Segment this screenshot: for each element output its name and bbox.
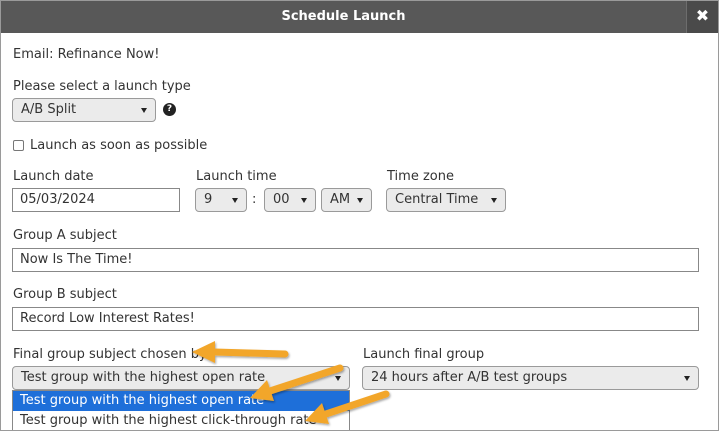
chevron-down-icon [232,198,238,203]
launch-type-select[interactable]: A/B Split [12,98,156,122]
launch-hour-select[interactable]: 9 [195,188,247,212]
launch-final-value: 24 hours after A/B test groups [371,370,568,385]
launch-final-select[interactable]: 24 hours after A/B test groups [362,366,699,390]
time-zone-select[interactable]: Central Time [386,188,506,212]
group-a-subject-label: Group A subject [13,228,117,243]
dropdown-option-click-through-rate[interactable]: Test group with the highest click-throug… [13,411,349,430]
group-b-subject-label: Group B subject [13,287,117,302]
dialog-title: Schedule Launch [281,9,406,24]
close-button[interactable]: ✖ [686,1,718,33]
launch-date-label: Launch date [13,169,94,184]
group-b-subject-input[interactable]: Record Low Interest Rates! [12,307,699,331]
launch-date-input[interactable]: 05/03/2024 [12,188,180,212]
dropdown-option-open-rate[interactable]: Test group with the highest open rate [13,391,349,411]
asap-label: Launch as soon as possible [30,138,208,153]
dialog-titlebar: Schedule Launch ✖ [1,1,718,33]
chevron-down-icon [301,198,307,203]
group-a-subject-input[interactable]: Now Is The Time! [12,248,699,272]
help-icon[interactable]: ? [163,103,176,116]
launch-hour-value: 9 [204,192,213,207]
close-icon: ✖ [695,6,710,25]
time-separator: : [252,192,257,207]
final-subject-dropdown-list: Test group with the highest open rate Te… [12,390,350,430]
schedule-launch-dialog: Schedule Launch ✖ Email: Refinance Now! … [0,0,719,431]
chevron-down-icon [335,376,341,381]
chevron-down-icon [684,376,690,381]
chevron-down-icon [141,108,147,113]
email-name-text: Email: Refinance Now! [13,47,160,62]
launch-type-label: Please select a launch type [13,79,191,94]
final-subject-value: Test group with the highest open rate [21,370,266,385]
chevron-down-icon [357,198,363,203]
ampm-select[interactable]: AM [321,188,372,212]
launch-final-label: Launch final group [363,347,485,362]
launch-type-value: A/B Split [21,102,77,117]
final-subject-label: Final group subject chosen by [13,347,207,362]
time-zone-label: Time zone [387,169,454,184]
asap-checkbox[interactable] [13,140,24,151]
time-zone-value: Central Time [395,192,479,207]
launch-minute-value: 00 [273,192,290,207]
chevron-down-icon [491,198,497,203]
launch-time-label: Launch time [196,169,277,184]
launch-minute-select[interactable]: 00 [264,188,316,212]
final-subject-select[interactable]: Test group with the highest open rate [12,366,350,390]
ampm-value: AM [330,192,351,207]
